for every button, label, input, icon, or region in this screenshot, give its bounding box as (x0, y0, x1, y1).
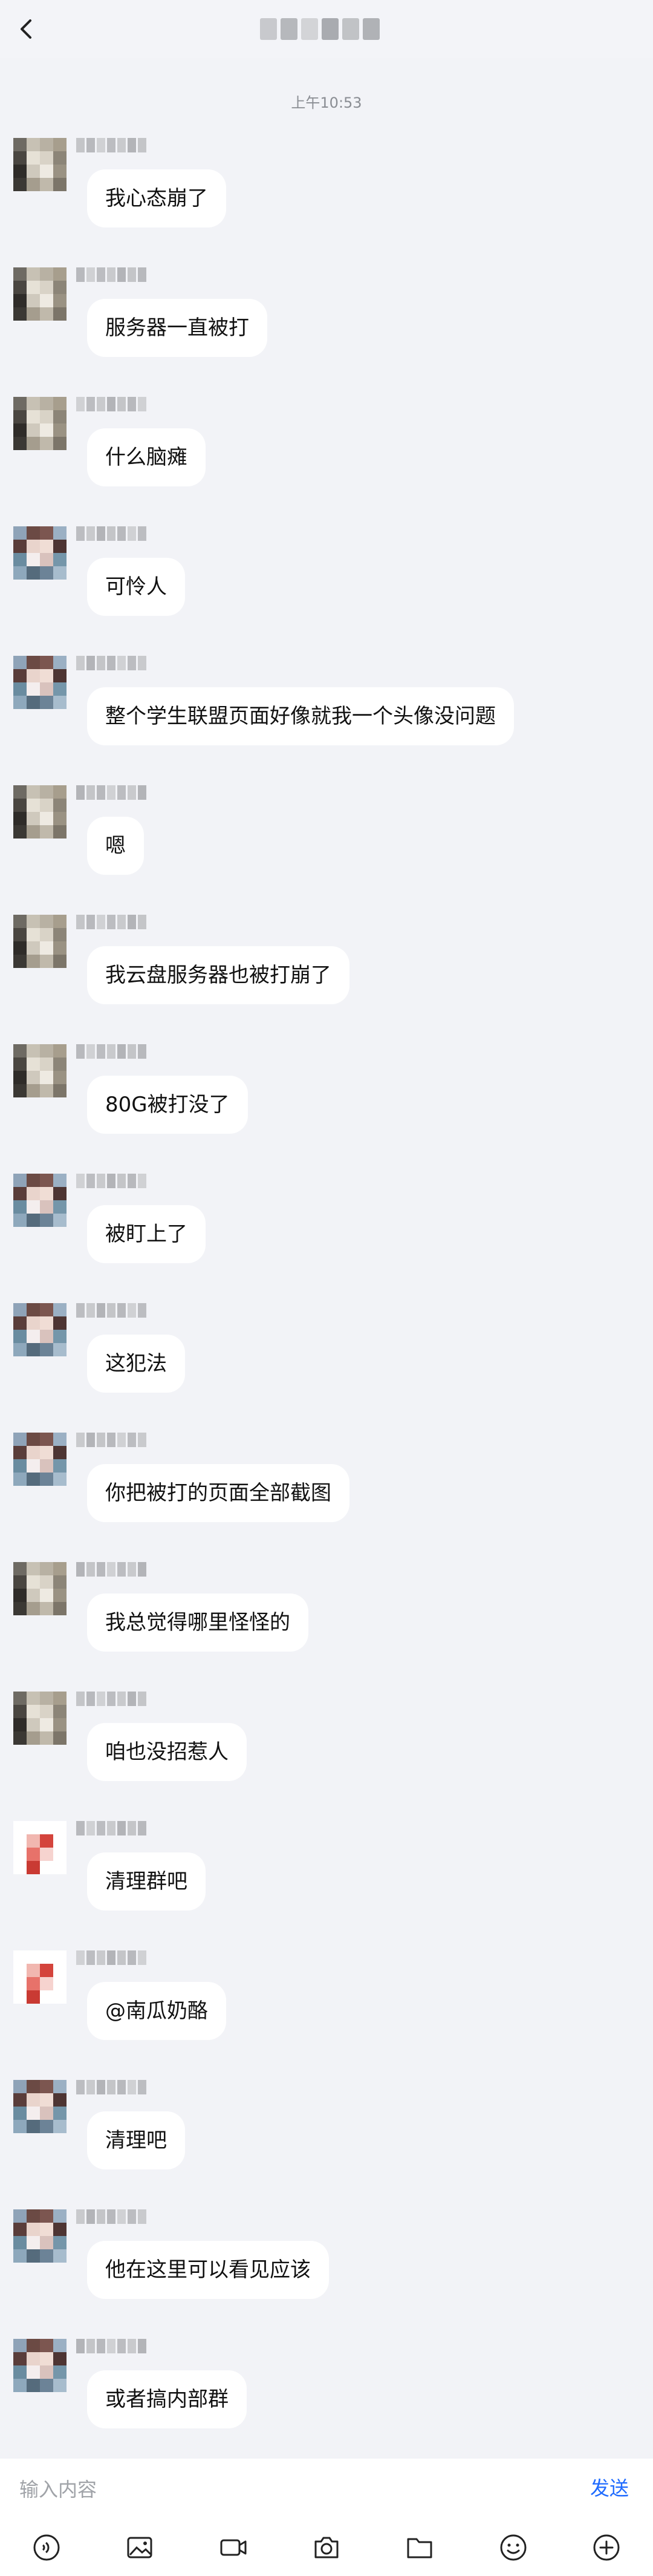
message-bubble[interactable]: 我心态崩了 (87, 169, 226, 227)
message-bubble[interactable]: 清理吧 (87, 2111, 185, 2169)
avatar[interactable] (13, 1821, 67, 1874)
message-bubble[interactable]: 嗯 (87, 817, 144, 875)
message-row: @南瓜奶酪 (0, 1950, 653, 2071)
avatar[interactable] (13, 267, 67, 321)
video-button[interactable] (215, 2529, 252, 2566)
folder-button[interactable] (401, 2529, 438, 2566)
sender-name-redacted (76, 1303, 146, 1318)
chat-title-redacted (260, 16, 393, 42)
sender-name-redacted (76, 2080, 146, 2094)
voice-button[interactable] (28, 2529, 65, 2566)
message-bubble[interactable]: 我总觉得哪里怪怪的 (87, 1594, 308, 1652)
sender-name-redacted (76, 915, 146, 929)
sender-name-redacted (76, 1692, 146, 1706)
voice-icon (33, 2534, 60, 2561)
message-row: 或者搞内部群 (0, 2339, 653, 2460)
emoji-icon (500, 2534, 527, 2561)
message-input[interactable] (18, 2473, 504, 2506)
message-bubble[interactable]: 整个学生联盟页面好像就我一个头像没问题 (87, 687, 514, 745)
chat-toolbar (0, 2519, 653, 2576)
sender-name-redacted (76, 1950, 146, 1965)
avatar[interactable] (13, 2080, 67, 2133)
message-row: 被盯上了 (0, 1174, 653, 1295)
message-bubble[interactable]: 咱也没招惹人 (87, 1723, 247, 1781)
sender-name-redacted (76, 2339, 146, 2353)
message-row: 我云盘服务器也被打崩了 (0, 915, 653, 1036)
message-row: 嗯 (0, 785, 653, 906)
message-row: 80G被打没了 (0, 1044, 653, 1165)
sender-name-redacted (76, 1044, 146, 1059)
avatar[interactable] (13, 1562, 67, 1615)
avatar[interactable] (13, 1044, 67, 1097)
message-timestamp: 上午10:53 (291, 94, 362, 111)
message-bubble[interactable]: 或者搞内部群 (87, 2370, 247, 2428)
message-row: 可怜人 (0, 526, 653, 647)
message-row: 什么脑瘫 (0, 397, 653, 518)
more-button[interactable] (588, 2529, 625, 2566)
sender-name-redacted (76, 397, 146, 411)
folder-icon (407, 2538, 432, 2558)
message-bubble[interactable]: @南瓜奶酪 (87, 1982, 226, 2040)
message-row: 这犯法 (0, 1303, 653, 1424)
message-row: 清理吧 (0, 2080, 653, 2201)
sender-name-redacted (76, 1821, 146, 1836)
sender-name-redacted (76, 785, 146, 800)
sender-name-redacted (76, 2209, 146, 2224)
send-button[interactable]: 发送 (590, 2473, 629, 2501)
message-bubble[interactable]: 80G被打没了 (87, 1076, 248, 1134)
avatar[interactable] (13, 915, 67, 968)
message-row: 清理群吧 (0, 1821, 653, 1942)
sender-name-redacted (76, 656, 146, 670)
message-row: 我总觉得哪里怪怪的 (0, 1562, 653, 1683)
video-icon (220, 2539, 247, 2556)
avatar[interactable] (13, 397, 67, 450)
back-button[interactable] (13, 16, 40, 42)
avatar[interactable] (13, 526, 67, 580)
message-bubble[interactable]: 清理群吧 (87, 1852, 206, 1911)
message-bubble[interactable]: 他在这里可以看见应该 (87, 2241, 329, 2299)
message-bubble[interactable]: 可怜人 (87, 558, 185, 616)
chevron-left-icon (21, 19, 31, 39)
message-row: 我心态崩了 (0, 138, 653, 259)
sender-name-redacted (76, 138, 146, 152)
emoji-button[interactable] (495, 2529, 531, 2566)
image-icon (127, 2537, 152, 2558)
message-bubble[interactable]: 什么脑瘫 (87, 428, 206, 486)
message-row: 服务器一直被打 (0, 267, 653, 388)
image-button[interactable] (122, 2529, 158, 2566)
avatar[interactable] (13, 1950, 67, 2004)
avatar[interactable] (13, 138, 67, 191)
message-row: 整个学生联盟页面好像就我一个头像没问题 (0, 656, 653, 777)
avatar[interactable] (13, 785, 67, 839)
message-row: 他在这里可以看见应该 (0, 2209, 653, 2330)
avatar[interactable] (13, 2339, 67, 2392)
message-row: 你把被打的页面全部截图 (0, 1433, 653, 1554)
message-bubble[interactable]: 被盯上了 (87, 1205, 206, 1263)
camera-icon (314, 2537, 339, 2558)
message-bubble[interactable]: 这犯法 (87, 1335, 185, 1393)
message-bubble[interactable]: 你把被打的页面全部截图 (87, 1464, 349, 1522)
chat-header (0, 0, 653, 58)
sender-name-redacted (76, 1562, 146, 1577)
plus-icon (593, 2534, 620, 2561)
avatar[interactable] (13, 1174, 67, 1227)
avatar[interactable] (13, 1303, 67, 1356)
sender-name-redacted (76, 267, 146, 282)
message-bubble[interactable]: 我云盘服务器也被打崩了 (87, 946, 349, 1004)
avatar[interactable] (13, 2209, 67, 2263)
message-bubble[interactable]: 服务器一直被打 (87, 299, 267, 357)
avatar[interactable] (13, 1692, 67, 1745)
sender-name-redacted (76, 1174, 146, 1188)
avatar[interactable] (13, 1433, 67, 1486)
sender-name-redacted (76, 526, 146, 541)
message-row: 咱也没招惹人 (0, 1692, 653, 1813)
avatar[interactable] (13, 656, 67, 709)
sender-name-redacted (76, 1433, 146, 1447)
camera-button[interactable] (308, 2529, 345, 2566)
input-bar: 发送 (0, 2459, 653, 2519)
